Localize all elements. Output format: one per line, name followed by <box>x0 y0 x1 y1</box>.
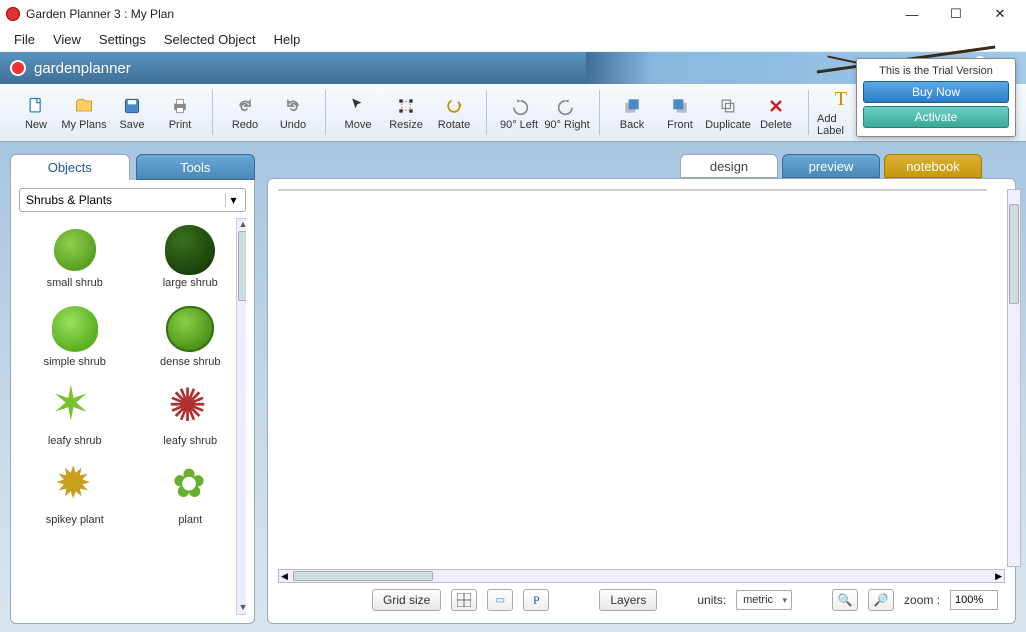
palette-item-label: dense shrub <box>160 356 221 368</box>
main-toolbar: New My Plans Save Print Redo Undo Move R… <box>0 84 1026 142</box>
workspace: Objects Tools Shrubs & Plants ▾ small sh… <box>0 142 1026 632</box>
app-icon <box>6 7 20 21</box>
undo-button[interactable]: Undo <box>269 87 317 139</box>
palette-item[interactable]: small shrub <box>19 218 131 293</box>
rotate-right-button[interactable]: 90° Right <box>543 87 591 139</box>
palette-item[interactable]: large shrub <box>135 218 247 293</box>
duplicate-button[interactable]: Duplicate <box>704 87 752 139</box>
delete-button[interactable]: Delete <box>752 87 800 139</box>
rotate-left-button[interactable]: 90° Left <box>495 87 543 139</box>
window-maximize-button[interactable]: ☐ <box>934 0 978 28</box>
palette-scrollbar[interactable]: ▲ ▼ <box>236 218 246 615</box>
zoom-in-icon[interactable]: 🔍 <box>832 589 858 611</box>
properties-icon[interactable]: P <box>523 589 549 611</box>
my-plans-button[interactable]: My Plans <box>60 87 108 139</box>
menu-selected-object[interactable]: Selected Object <box>156 30 264 49</box>
tab-preview[interactable]: preview <box>782 154 880 178</box>
grid-size-button[interactable]: Grid size <box>372 589 441 611</box>
tab-design[interactable]: design <box>680 154 778 178</box>
redo-button[interactable]: Redo <box>221 87 269 139</box>
rotate-button[interactable]: Rotate <box>430 87 478 139</box>
menu-file[interactable]: File <box>6 30 43 49</box>
menu-bar: File View Settings Selected Object Help <box>0 28 1026 52</box>
window-close-button[interactable]: ✕ <box>978 0 1022 28</box>
canvas-footer: Grid size ▭ P Layers units: metric 🔍 🔎 z… <box>278 583 1005 613</box>
units-label: units: <box>697 593 726 607</box>
palette-item[interactable]: plant <box>135 455 247 530</box>
menu-help[interactable]: Help <box>266 30 309 49</box>
canvas-horizontal-scrollbar[interactable]: ◀ ▶ <box>278 569 1005 583</box>
buy-now-button[interactable]: Buy Now <box>863 81 1009 103</box>
ruler-icon[interactable]: ▭ <box>487 589 513 611</box>
resize-button[interactable]: Resize <box>382 87 430 139</box>
new-button[interactable]: New <box>12 87 60 139</box>
activate-button[interactable]: Activate <box>863 106 1009 128</box>
window-title: Garden Planner 3 : My Plan <box>26 7 890 21</box>
palette-item-label: small shrub <box>47 277 103 289</box>
zoom-label: zoom : <box>904 593 940 607</box>
palette-item-label: spikey plant <box>46 514 104 526</box>
design-canvas[interactable] <box>278 189 987 191</box>
tab-notebook[interactable]: notebook <box>884 154 982 178</box>
left-panel: Objects Tools Shrubs & Plants ▾ small sh… <box>10 154 255 624</box>
palette-item[interactable]: leafy shrub <box>19 376 131 451</box>
palette-item-label: leafy shrub <box>48 435 102 447</box>
category-value: Shrubs & Plants <box>26 193 112 207</box>
menu-settings[interactable]: Settings <box>91 30 154 49</box>
window-titlebar: Garden Planner 3 : My Plan — ☐ ✕ <box>0 0 1026 28</box>
print-button[interactable]: Print <box>156 87 204 139</box>
brand-text: gardenplanner <box>34 60 131 77</box>
grid-toggle-icon[interactable] <box>451 589 477 611</box>
canvas-vertical-scrollbar[interactable] <box>1007 189 1021 567</box>
palette-item-label: plant <box>178 514 202 526</box>
palette-item-label: large shrub <box>163 277 218 289</box>
palette-item[interactable]: dense shrub <box>135 297 247 372</box>
palette-item[interactable]: spikey plant <box>19 455 131 530</box>
tab-objects[interactable]: Objects <box>10 154 130 180</box>
menu-view[interactable]: View <box>45 30 89 49</box>
category-select[interactable]: Shrubs & Plants ▾ <box>19 188 246 212</box>
tab-tools[interactable]: Tools <box>136 154 256 180</box>
zoom-input[interactable] <box>950 590 998 610</box>
zoom-out-icon[interactable]: 🔎 <box>868 589 894 611</box>
send-back-button[interactable]: Back <box>608 87 656 139</box>
layers-button[interactable]: Layers <box>599 589 657 611</box>
move-button[interactable]: Move <box>334 87 382 139</box>
window-minimize-button[interactable]: — <box>890 0 934 28</box>
canvas-panel: design preview notebook ◀ ▶ Grid size ▭ <box>267 154 1016 624</box>
object-palette: small shrub large shrub simple shrub dense … <box>19 218 246 530</box>
trial-popup: This is the Trial Version Buy Now Activa… <box>856 58 1016 137</box>
palette-item[interactable]: leafy shrub <box>135 376 247 451</box>
brand-icon <box>10 60 26 76</box>
palette-item-label: simple shrub <box>44 356 106 368</box>
units-select[interactable]: metric <box>736 590 792 610</box>
chevron-down-icon: ▾ <box>225 193 241 207</box>
bring-front-button[interactable]: Front <box>656 87 704 139</box>
palette-item-label: leafy shrub <box>163 435 217 447</box>
trial-message: This is the Trial Version <box>863 65 1009 77</box>
save-button[interactable]: Save <box>108 87 156 139</box>
palette-item[interactable]: simple shrub <box>19 297 131 372</box>
